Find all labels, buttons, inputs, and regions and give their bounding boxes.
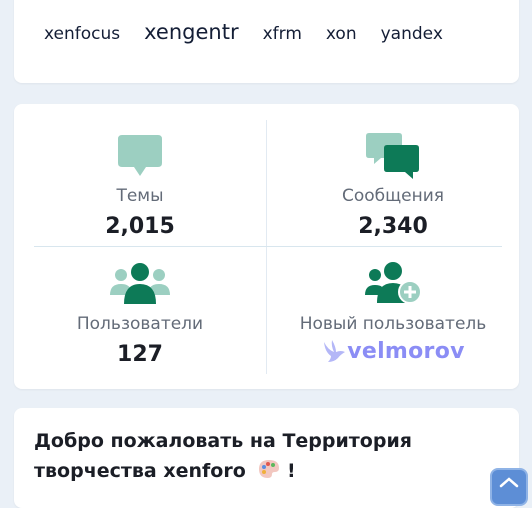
chevron-up-icon xyxy=(499,477,519,488)
stat-label: Новый пользователь xyxy=(299,314,487,334)
users-icon xyxy=(14,258,266,310)
tag-link[interactable]: xengentr xyxy=(144,20,238,44)
user-plus-icon xyxy=(267,258,519,310)
tag-link[interactable]: yandex xyxy=(381,24,443,44)
welcome-card: Добро пожаловать на Территория творчеств… xyxy=(14,408,519,508)
tag-cloud: xenfocus xengentr xfrm xon yandex xyxy=(44,20,467,44)
newest-member-link[interactable]: velmorov xyxy=(267,338,519,364)
welcome-text: Добро пожаловать на Территория творчеств… xyxy=(34,430,412,482)
tag-link[interactable]: xon xyxy=(326,24,357,44)
comment-icon xyxy=(14,130,266,182)
newest-member-name: velmorov xyxy=(347,338,465,364)
stat-members: Пользователи 127 xyxy=(14,258,266,367)
welcome-title: Добро пожаловать на Территория творчеств… xyxy=(34,426,454,486)
stat-threads: Темы 2,015 xyxy=(14,130,266,239)
stat-value: 2,340 xyxy=(358,214,428,239)
scroll-top-button[interactable] xyxy=(490,468,528,506)
stat-label: Пользователи xyxy=(76,314,204,334)
stat-messages: Сообщения 2,340 xyxy=(267,130,519,239)
stat-value: 2,015 xyxy=(105,214,175,239)
tag-link[interactable]: xfrm xyxy=(263,24,302,44)
comments-icon xyxy=(267,130,519,182)
stat-label: Сообщения xyxy=(341,186,445,206)
tags-card: xenfocus xengentr xfrm xon yandex xyxy=(14,0,519,83)
stat-label: Темы xyxy=(116,186,164,206)
divider-horizontal xyxy=(34,246,502,247)
stat-value: 127 xyxy=(117,342,163,367)
stat-newest-member: Новый пользователь velmorov xyxy=(267,258,519,364)
welcome-suffix: ! xyxy=(287,460,296,482)
tag-link[interactable]: xenfocus xyxy=(44,24,120,44)
dove-icon xyxy=(324,340,346,362)
forum-statistics-card: Темы 2,015 Сообщения 2,340 Пользователи … xyxy=(14,104,519,389)
palette-icon xyxy=(259,460,280,478)
